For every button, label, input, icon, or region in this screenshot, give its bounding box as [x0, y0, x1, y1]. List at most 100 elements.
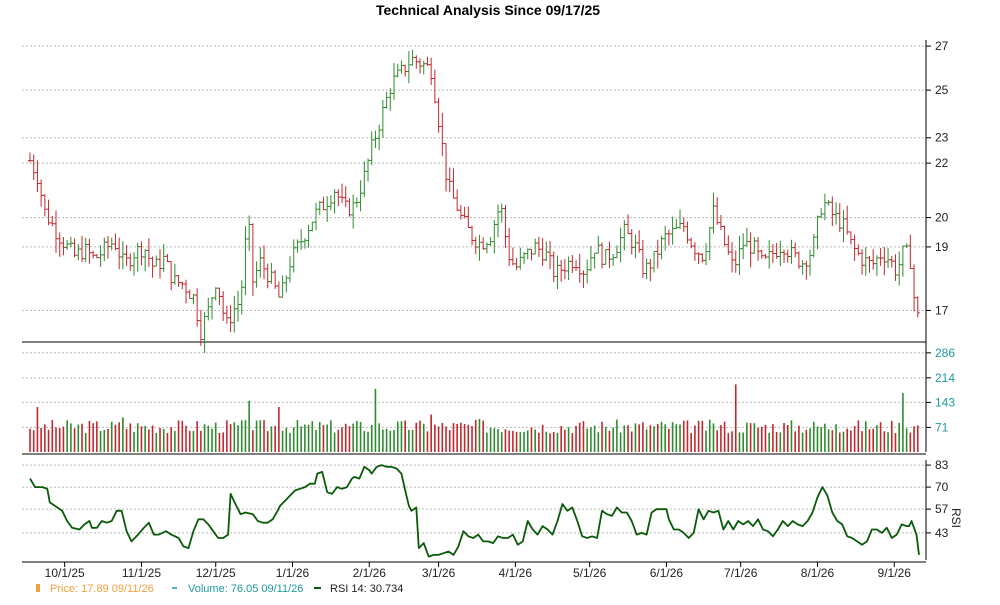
ohlc-bar — [332, 189, 337, 214]
ohlc-bar — [425, 56, 430, 66]
ohlc-bar — [793, 242, 798, 258]
ohlc-bar — [195, 288, 200, 327]
ohlc-bar — [570, 255, 575, 274]
ohlc-bar — [436, 97, 441, 133]
price-tick-label: 23 — [935, 131, 949, 145]
ohlc-bar — [143, 249, 148, 272]
ohlc-bar — [65, 239, 70, 250]
price-panel: 17 19 20 22 23 25 27 — [22, 39, 949, 563]
ohlc-bar — [306, 224, 311, 248]
x-tick-label: 7/1/26 — [724, 566, 758, 580]
ohlc-bar — [354, 197, 359, 208]
ohlc-bar — [395, 63, 400, 78]
ohlc-bar — [715, 197, 720, 225]
ohlc-bar — [574, 260, 579, 272]
ohlc-bar — [228, 305, 233, 333]
technical-analysis-chart: Technical Analysis Since 09/17/25 17 19 20… — [22, 2, 963, 595]
ohlc-bar — [109, 237, 114, 251]
ohlc-bar — [377, 124, 382, 151]
ohlc-bar — [328, 195, 333, 211]
ohlc-bar — [206, 297, 211, 321]
ohlc-bar — [276, 281, 281, 298]
ohlc-bar — [525, 248, 530, 260]
legend-volume-label: Volume: 76.05 09/11/26 — [188, 583, 303, 595]
ohlc-bar — [484, 242, 489, 254]
ohlc-bar — [544, 241, 549, 261]
ohlc-bar — [503, 204, 508, 248]
ohlc-bar — [492, 220, 497, 254]
ohlc-bar — [908, 234, 913, 269]
ohlc-bar — [562, 258, 567, 280]
ohlc-bar — [39, 179, 44, 207]
ohlc-bar — [403, 64, 408, 77]
price-tick-label: 17 — [935, 303, 949, 317]
ohlc-bar — [72, 238, 77, 258]
ohlc-bar — [473, 236, 478, 255]
ohlc-bar — [759, 249, 764, 259]
ohlc-bar — [61, 237, 66, 256]
ohlc-bar — [637, 230, 642, 253]
ohlc-bar — [596, 235, 601, 254]
ohlc-bar — [87, 238, 92, 264]
ohlc-bar — [169, 261, 174, 291]
ohlc-bar — [224, 305, 229, 324]
ohlc-bar — [336, 189, 341, 207]
ohlc-bar — [860, 249, 865, 275]
ohlc-bar — [748, 232, 753, 268]
ohlc-bar — [499, 203, 504, 223]
ohlc-bar — [221, 291, 226, 321]
price-tick-label: 22 — [935, 156, 949, 170]
ohlc-bar — [362, 161, 367, 198]
ohlc-bar — [314, 202, 319, 231]
ohlc-bar — [536, 236, 541, 258]
ohlc-bar — [247, 215, 252, 251]
ohlc-bar — [767, 240, 772, 269]
ohlc-bar — [340, 183, 345, 204]
ohlc-bar — [796, 251, 801, 269]
ohlc-bar — [347, 198, 352, 217]
ohlc-bar — [421, 60, 426, 75]
rsi-tick-label: 83 — [935, 458, 949, 472]
ohlc-bar — [655, 239, 660, 269]
ohlc-bar — [358, 180, 363, 212]
ohlc-bar — [273, 269, 278, 289]
ohlc-bar — [158, 249, 163, 279]
rsi-tick-label: 43 — [935, 526, 949, 540]
ohlc-bar — [700, 253, 705, 263]
ohlc-bar — [611, 254, 616, 266]
ohlc-bar — [889, 256, 894, 268]
ohlc-bar — [808, 249, 813, 276]
ohlc-bar — [154, 255, 159, 267]
ohlc-bar — [711, 192, 716, 234]
x-tick-label: 10/1/25 — [45, 566, 85, 580]
ohlc-bar — [202, 311, 207, 353]
ohlc-bar — [722, 225, 727, 247]
chart-title: Technical Analysis Since 09/17/25 — [376, 2, 600, 18]
ohlc-bar — [778, 240, 783, 267]
ohlc-bar — [804, 260, 809, 280]
ohlc-bar — [132, 252, 137, 276]
ohlc-bar — [592, 252, 597, 269]
legend-rsi-label: RSI 14: 30.734 — [330, 583, 403, 595]
volume-tick-label: 143 — [935, 395, 955, 409]
ohlc-bar — [414, 55, 419, 69]
ohlc-bar — [46, 199, 51, 226]
ohlc-bar — [622, 220, 627, 251]
ohlc-bar — [161, 244, 166, 272]
ohlc-bar — [432, 69, 437, 104]
ohlc-bar — [351, 194, 356, 229]
ohlc-bar — [648, 258, 653, 282]
ohlc-bar — [269, 262, 274, 284]
ohlc-bar — [139, 241, 144, 266]
ohlc-bar — [555, 255, 560, 290]
rsi-panel: 43 57 70 83 RSI — [22, 458, 963, 558]
volume-tick-label: 71 — [935, 420, 949, 434]
ohlc-bar — [98, 245, 103, 267]
ohlc-bar — [262, 245, 267, 280]
ohlc-bar — [321, 196, 326, 211]
ohlc-bar — [146, 238, 151, 267]
rsi-tick-label: 70 — [935, 480, 949, 494]
price-tick-label: 27 — [935, 39, 949, 53]
ohlc-bar — [652, 250, 657, 273]
ohlc-bar — [867, 255, 872, 273]
